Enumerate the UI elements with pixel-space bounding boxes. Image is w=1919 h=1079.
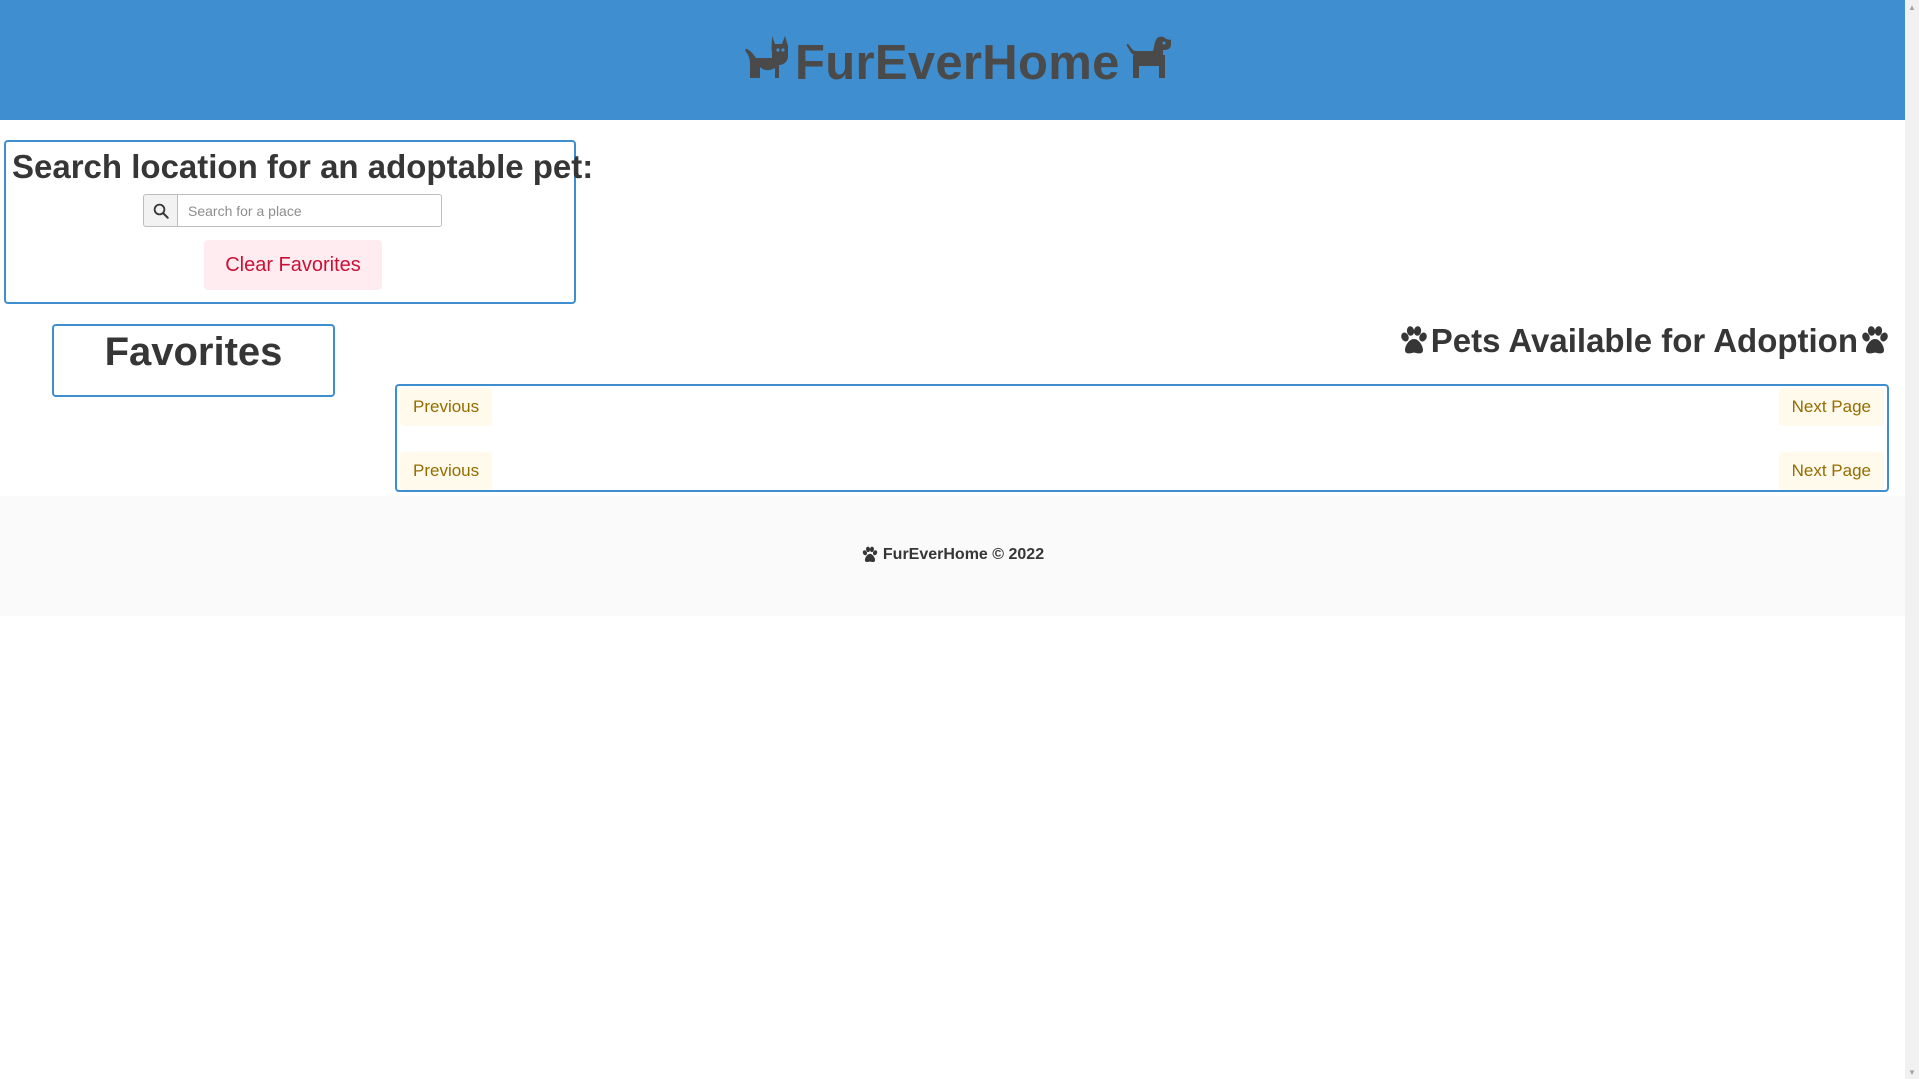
footer-copyright: FurEverHome © 2022 (882, 546, 1045, 563)
previous-button-top[interactable]: Previous (400, 388, 493, 426)
next-page-button-top[interactable]: Next Page (1778, 388, 1884, 426)
search-icon[interactable] (143, 194, 177, 227)
search-field (143, 194, 442, 227)
previous-button-bottom[interactable]: Previous (400, 452, 493, 490)
next-page-button-bottom[interactable]: Next Page (1778, 452, 1884, 490)
paw-icon (1862, 326, 1888, 354)
footer-text-row: FurEverHome © 2022 (0, 546, 1905, 564)
dog-icon (1126, 36, 1171, 78)
cat-icon (745, 36, 788, 78)
site-header: FurEverHome (0, 0, 1905, 120)
favorites-heading: Favorites (104, 330, 283, 374)
search-input[interactable] (177, 194, 442, 227)
scroll-down-arrow-icon[interactable]: ▼ (1905, 1065, 1919, 1079)
pets-list-panel: Previous Next Page Previous Next Page (395, 384, 1889, 492)
page: FurEverHome Search location for an adopt… (0, 0, 1905, 1079)
paw-icon (862, 546, 878, 562)
vertical-scrollbar[interactable]: ▲ ▼ (1905, 0, 1919, 1079)
site-title: FurEverHome (795, 36, 1120, 90)
search-panel: Search location for an adoptable pet: Cl… (4, 140, 593, 304)
brand: FurEverHome (742, 22, 1173, 92)
scroll-up-arrow-icon[interactable]: ▲ (1905, 0, 1919, 14)
search-icon-glyph (153, 203, 169, 219)
clear-favorites-button[interactable]: Clear Favorites (204, 240, 382, 290)
favorites-panel: Favorites (52, 324, 335, 397)
pets-heading: Pets Available for Adoption (1398, 322, 1891, 360)
site-footer: FurEverHome © 2022 (0, 496, 1905, 616)
pets-title: Pets Available for Adoption (1430, 322, 1858, 359)
search-heading: Search location for an adoptable pet: (12, 148, 594, 185)
paw-icon (1400, 326, 1427, 354)
